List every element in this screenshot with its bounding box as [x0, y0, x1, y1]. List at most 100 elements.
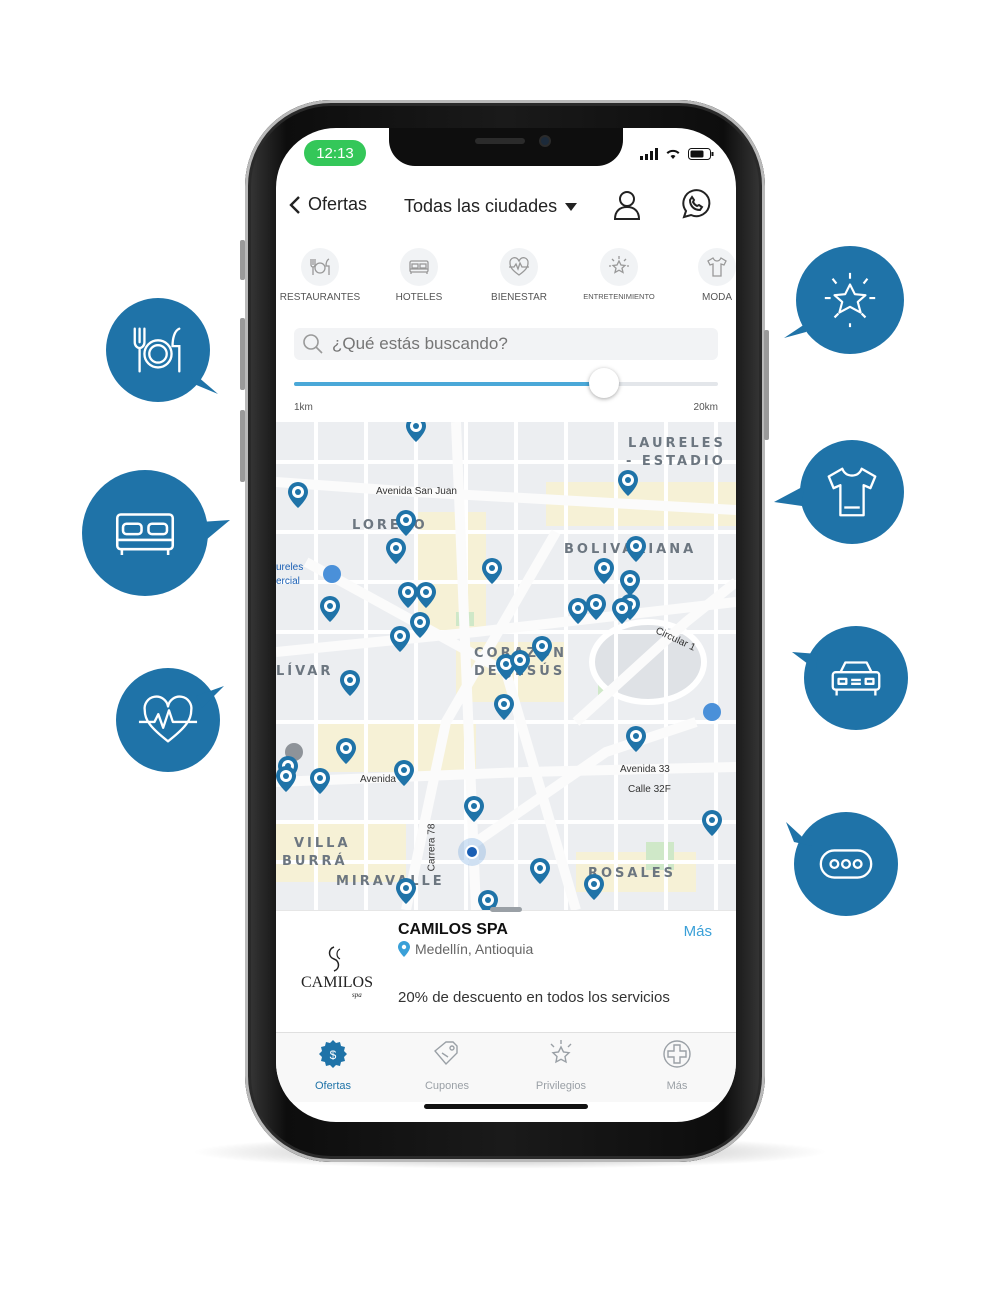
business-name: CAMILOS SPA — [398, 921, 508, 938]
street-label: ureles — [276, 562, 304, 573]
car-bubble — [804, 626, 908, 730]
radius-slider[interactable] — [294, 368, 718, 398]
category-label: BIENESTAR — [491, 292, 547, 303]
mute-button — [240, 410, 245, 482]
location-pin-icon — [398, 941, 410, 957]
chevron-left-icon — [289, 195, 300, 214]
radius-min-label: 1km — [294, 402, 313, 413]
offer-pin[interactable] — [410, 612, 430, 638]
offer-pin[interactable] — [626, 536, 646, 562]
offer-pin[interactable] — [396, 878, 416, 904]
offer-pin[interactable] — [482, 558, 502, 584]
category-moda[interactable]: MODA — [672, 248, 736, 303]
plus-circle-icon — [663, 1040, 691, 1068]
heart-pulse-icon — [138, 695, 198, 743]
fashion-bubble — [800, 440, 904, 544]
svg-text:CAMILOS: CAMILOS — [301, 974, 373, 991]
offer-pin[interactable] — [398, 582, 418, 608]
slider-knob[interactable] — [588, 368, 619, 398]
app-screen: 12:13 Ofertas Todas las ciudades RESTAUR… — [276, 128, 736, 1122]
offer-card[interactable]: CAMILOS spa CAMILOS SPA Medellín, Antioq… — [276, 907, 736, 1032]
search-input[interactable] — [332, 334, 692, 354]
category-bienestar[interactable]: BIENESTAR — [474, 248, 564, 303]
category-label: RESTAURANTES — [279, 292, 361, 303]
offer-pin[interactable] — [386, 538, 406, 564]
tab-label: Cupones — [424, 1080, 470, 1092]
hotel-bubble — [82, 470, 208, 596]
tab-ofertas[interactable]: $ Ofertas — [288, 1039, 378, 1092]
restaurant-icon — [310, 258, 330, 275]
tab-privilegios[interactable]: Privilegios — [516, 1039, 606, 1092]
area-label: LÍVAR — [276, 664, 334, 679]
restaurant-icon — [133, 327, 181, 373]
offer-pin[interactable] — [568, 598, 588, 624]
profile-icon[interactable] — [610, 188, 644, 222]
offer-pin[interactable] — [618, 470, 638, 496]
offer-pin[interactable] — [510, 650, 530, 676]
street-label: Avenida — [360, 774, 396, 785]
category-hoteles[interactable]: HOTELES — [374, 248, 464, 303]
city-label: Todas las ciudades — [404, 196, 558, 216]
map-view[interactable]: LAURELES - ESTADIO LORETO BOLIVARIANA CO… — [276, 422, 736, 910]
star-burst-icon — [824, 272, 876, 328]
star-icon — [550, 1040, 572, 1064]
search-bar[interactable] — [294, 328, 718, 360]
offer-pin[interactable] — [394, 760, 414, 786]
area-label: VILLA — [294, 836, 351, 851]
offer-pin[interactable] — [612, 598, 632, 624]
offer-pin[interactable] — [626, 726, 646, 752]
card-handle[interactable] — [490, 907, 522, 912]
status-icons — [640, 148, 714, 160]
area-label: - ESTADIO — [626, 454, 726, 469]
street-label: Carrera 78 — [426, 823, 438, 872]
street-label: ercial — [276, 576, 300, 587]
offer-pin[interactable] — [336, 738, 356, 764]
city-selector[interactable]: Todas las ciudades — [404, 196, 578, 217]
more-dots-icon — [819, 849, 873, 879]
offer-pin[interactable] — [494, 694, 514, 720]
tab-mas[interactable]: Más — [632, 1039, 722, 1092]
whatsapp-icon[interactable] — [678, 188, 712, 222]
offer-pin[interactable] — [464, 796, 484, 822]
car-icon — [831, 661, 881, 696]
category-restaurantes[interactable]: RESTAURANTES — [276, 248, 365, 303]
offer-pin[interactable] — [276, 766, 296, 792]
back-button[interactable]: Ofertas — [288, 194, 367, 215]
area-label: BURRÁ — [282, 854, 348, 869]
tab-cupones[interactable]: Cupones — [402, 1039, 492, 1092]
offer-pin[interactable] — [406, 422, 426, 442]
tab-label: Más — [666, 1080, 688, 1092]
offer-pin[interactable] — [584, 874, 604, 900]
offer-pin[interactable] — [310, 768, 330, 794]
offer-pin[interactable] — [594, 558, 614, 584]
offer-pin[interactable] — [396, 510, 416, 536]
offer-pin[interactable] — [532, 636, 552, 662]
heart-pulse-icon — [509, 257, 529, 276]
offer-pin[interactable] — [340, 670, 360, 696]
category-label: HOTELES — [395, 292, 443, 303]
street-label: Avenida San Juan — [376, 486, 457, 497]
offer-pin[interactable] — [702, 810, 722, 836]
wellness-bubble — [116, 668, 220, 772]
location-text: Medellín, Antioquia — [415, 941, 534, 957]
more-link[interactable]: Más — [684, 923, 712, 940]
top-nav-bar: Ofertas Todas las ciudades — [276, 180, 736, 232]
offer-pin[interactable] — [530, 858, 550, 884]
category-row: RESTAURANTES HOTELES BIENESTAR ENTRETENI… — [276, 248, 736, 312]
area-label: MIRAVALLE — [336, 874, 445, 889]
street-label: Avenida 33 — [620, 764, 670, 775]
volume-up-button — [240, 240, 245, 280]
signal-icon — [640, 148, 658, 160]
offer-pin[interactable] — [620, 570, 640, 596]
category-entretenimiento[interactable]: ENTRETENIMIENTO — [574, 248, 664, 301]
offer-pin[interactable] — [416, 582, 436, 608]
offer-pin[interactable] — [586, 594, 606, 620]
bed-icon — [409, 260, 429, 274]
offer-pin[interactable] — [390, 626, 410, 652]
business-location: Medellín, Antioquia — [398, 941, 533, 957]
street-label: Calle 32F — [628, 784, 671, 795]
offer-pin[interactable] — [288, 482, 308, 508]
offer-description: 20% de descuento en todos los servicios — [398, 989, 670, 1006]
slider-fill — [294, 382, 604, 386]
offer-pin[interactable] — [320, 596, 340, 622]
